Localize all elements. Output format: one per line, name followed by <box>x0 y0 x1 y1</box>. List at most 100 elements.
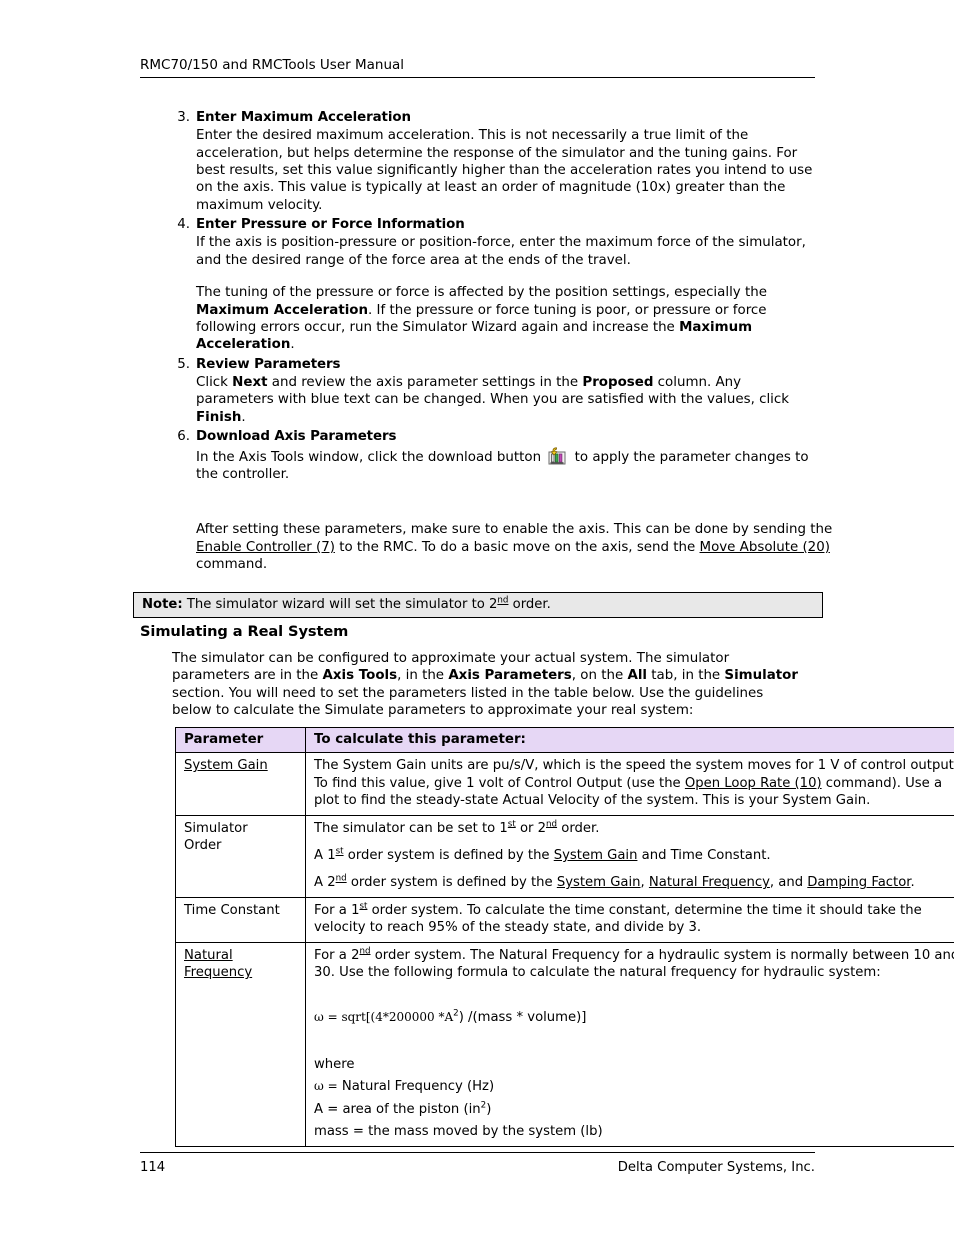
text-run: order system. The Natural Frequency for … <box>370 947 954 963</box>
desc-line: The System Gain units are pu/s/V, which … <box>314 758 954 774</box>
param-description-cell: The System Gain units are pu/s/V, which … <box>305 752 954 816</box>
definition-line: mass = the mass moved by the system (lb) <box>314 1124 603 1140</box>
post-list-paragraph: After setting these parameters, make sur… <box>196 521 836 573</box>
download-button-icon <box>548 446 567 465</box>
text-run: To find this value, give 1 volt of Contr… <box>314 775 685 791</box>
param-description-cell: The simulator can be set to 1st or 2nd o… <box>305 814 954 898</box>
table-row-natural-frequency: Natural Frequency For a 2nd order system… <box>175 941 954 1147</box>
text-run: After setting these parameters, make sur… <box>196 522 833 538</box>
text-run: order system. To calculate the time cons… <box>367 902 922 918</box>
numbered-steps-list: 3. Enter Maximum Acceleration Enter the … <box>140 108 840 483</box>
text-run: to the RMC. To do a basic move on the ax… <box>334 539 700 555</box>
link-enable-controller[interactable]: Enable Controller (7) <box>196 540 335 555</box>
step-title: Enter Pressure or Force Information <box>196 217 465 233</box>
main-content: 3. Enter Maximum Acceleration Enter the … <box>140 108 840 574</box>
step-body: If the axis is position-pressure or posi… <box>196 234 816 353</box>
param-name-cell: System Gain <box>175 752 306 816</box>
text-run: For a 2 <box>314 947 360 963</box>
param-description-cell: For a 2nd order system. The Natural Freq… <box>305 941 954 1147</box>
formula-line: ω = sqrt[(4*200000 *A2) /(mass * volume)… <box>314 1009 954 1026</box>
text-run: and Time Constant. <box>637 848 771 864</box>
text-run: section. You will need to set the parame… <box>172 685 764 719</box>
ordinal-suffix: st <box>335 846 344 857</box>
step-title: Enter Maximum Acceleration <box>196 110 411 125</box>
bold-term: Maximum Acceleration <box>196 302 369 318</box>
link-natural-frequency[interactable]: Natural Frequency <box>649 875 770 890</box>
text-run: The simulator wizard will set the simula… <box>182 597 498 612</box>
bold-term-next: Next <box>232 375 268 391</box>
param-name-cell: Simulator Order <box>175 814 306 898</box>
ordinal-suffix: nd <box>335 874 347 885</box>
text-run: Natural Frequency (Hz) <box>337 1079 495 1095</box>
bold-term-axis-tools: Axis Tools <box>322 668 398 684</box>
step-item-6: 6. Download Axis Parameters In the Axis … <box>140 427 840 483</box>
param-name-line: Simulator <box>184 820 248 836</box>
text-run: or 2 <box>515 820 547 836</box>
param-description-cell: For a 1st order system. To calculate the… <box>305 896 954 943</box>
link-move-absolute[interactable]: Move Absolute (20) <box>700 540 830 555</box>
text-run: and review the axis parameter settings i… <box>267 375 583 391</box>
step-number: 3. <box>177 110 190 125</box>
text-run: A 1 <box>314 848 336 864</box>
param-name-cell: Natural Frequency <box>175 941 306 1147</box>
text-run: . <box>910 875 915 891</box>
link-natural-frequency-line1[interactable]: Natural <box>184 947 298 964</box>
step-paragraph: In the Axis Tools window, click the down… <box>196 446 816 484</box>
bold-term-axis-parameters: Axis Parameters <box>448 668 572 684</box>
text-run: ) <box>486 1101 492 1117</box>
footer-divider <box>140 1152 815 1153</box>
desc-line: A 2nd order system is defined by the Sys… <box>314 874 954 891</box>
text-run: order system is defined by the <box>343 848 554 864</box>
link-system-gain[interactable]: System Gain <box>554 848 638 863</box>
parameter-table: Parameter To calculate this parameter: S… <box>175 726 954 1147</box>
desc-line: For a 1st order system. To calculate the… <box>314 902 954 919</box>
text-run: command. <box>196 557 268 573</box>
link-system-gain[interactable]: System Gain <box>557 875 641 890</box>
text-run: ω = sqrt[(4*200000 *A <box>314 1010 454 1025</box>
step-body: Enter the desired maximum acceleration. … <box>196 127 816 214</box>
ordinal-suffix: st <box>507 819 516 830</box>
text-run: order. <box>508 597 551 612</box>
bold-term-proposed: Proposed <box>582 375 654 391</box>
desc-line: A 1st order system is defined by the Sys… <box>314 847 954 864</box>
step-number: 5. <box>177 356 190 372</box>
ordinal-suffix: nd <box>359 946 371 957</box>
text-run: A 2 <box>314 875 336 891</box>
step-paragraph: Enter the desired maximum acceleration. … <box>196 128 813 213</box>
text-run: , on the <box>571 668 628 684</box>
link-system-gain[interactable]: System Gain <box>184 758 268 773</box>
text-run: Click <box>196 375 233 391</box>
step-paragraph: Click Next and review the axis parameter… <box>196 374 816 426</box>
step-paragraph: If the axis is position-pressure or posi… <box>196 235 806 268</box>
table-row-simulator-order: Simulator Order The simulator can be set… <box>175 814 954 898</box>
text-run: . <box>290 337 295 353</box>
param-name-line: Order <box>184 838 222 854</box>
desc-line: velocity to reach 95% of the steady stat… <box>314 920 702 936</box>
text-run: , and <box>769 875 808 891</box>
text-run: For a 1 <box>314 902 360 918</box>
step-item-3: 3. Enter Maximum Acceleration Enter the … <box>140 108 840 214</box>
text-run: The tuning of the pressure or force is a… <box>196 285 767 301</box>
section-heading: Simulating a Real System <box>140 623 349 640</box>
link-natural-frequency-line2[interactable]: Frequency <box>184 964 298 981</box>
table-row-system-gain: System Gain The System Gain units are pu… <box>175 752 954 816</box>
text-run: The simulator can be set to 1 <box>314 820 508 836</box>
note-callout: Note: The simulator wizard will set the … <box>133 592 823 618</box>
document-page: RMC70/150 and RMCTools User Manual 3. En… <box>0 0 954 1235</box>
definition-line: A = area of the piston (in2) <box>314 1101 954 1118</box>
desc-line: The simulator can be set to 1st or 2nd o… <box>314 820 954 837</box>
desc-line: plot to find the steady-state Actual Vel… <box>314 793 871 809</box>
running-header: RMC70/150 and RMCTools User Manual <box>140 56 815 78</box>
bold-term-simulator: Simulator <box>724 668 798 684</box>
text-run: , in the <box>397 668 449 684</box>
text-run: tab, in the <box>647 668 725 684</box>
column-header-calculate: To calculate this parameter: <box>305 726 954 754</box>
step-item-4: 4. Enter Pressure or Force Information I… <box>140 215 840 354</box>
note-label: Note: <box>142 597 183 612</box>
link-damping-factor[interactable]: Damping Factor <box>807 875 910 890</box>
step-number: 6. <box>177 429 190 445</box>
link-open-loop-rate[interactable]: Open Loop Rate (10) <box>685 776 822 791</box>
text-run: ) /(mass * volume)] <box>458 1010 587 1026</box>
text-run: ω = <box>314 1079 338 1094</box>
step-body: In the Axis Tools window, click the down… <box>196 446 816 484</box>
